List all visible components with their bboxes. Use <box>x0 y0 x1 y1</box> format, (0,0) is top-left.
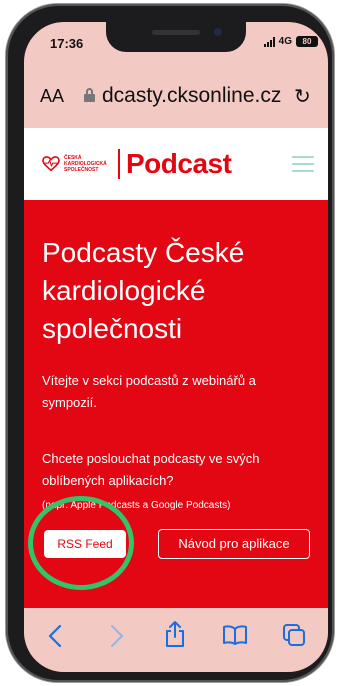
hamburger-icon[interactable] <box>292 156 314 172</box>
front-camera <box>214 28 222 36</box>
tabs-icon[interactable] <box>282 623 306 647</box>
speaker-grille <box>152 30 200 35</box>
bookmarks-icon[interactable] <box>222 624 248 646</box>
page-title: Podcasty České kardiologické společnosti <box>42 237 245 344</box>
brand-title[interactable]: Podcast <box>126 148 232 180</box>
phone-notch <box>106 22 246 52</box>
battery-icon: 80 <box>296 36 318 47</box>
logo-divider <box>118 149 120 179</box>
org-line-3: SPOLEČNOST <box>64 167 99 173</box>
app-guide-button[interactable]: Návod pro aplikace <box>158 529 310 559</box>
forward-icon[interactable] <box>110 624 124 648</box>
text-size-button[interactable]: AA <box>40 86 64 107</box>
phone-screen: 17:36 4G 80 AA dcasty.cksonline.cz ↻ ČES… <box>24 22 328 672</box>
reload-icon[interactable]: ↻ <box>294 84 311 109</box>
share-icon[interactable] <box>164 620 186 648</box>
network-type: 4G <box>278 36 292 47</box>
address-bar[interactable]: AA dcasty.cksonline.cz ↻ <box>24 66 328 128</box>
phone-frame: 17:36 4G 80 AA dcasty.cksonline.cz ↻ ČES… <box>6 4 334 682</box>
url-text[interactable]: dcasty.cksonline.cz <box>102 84 281 108</box>
back-icon[interactable] <box>48 624 62 648</box>
intro-text: Vítejte v sekci podcastů z webinářů a sy… <box>42 373 256 410</box>
browser-toolbar <box>24 608 328 672</box>
site-header: ČESKÁ KARDIOLOGICKÁ SPOLEČNOST Podcast <box>24 128 328 200</box>
org-name: ČESKÁ KARDIOLOGICKÁ SPOLEČNOST <box>64 155 114 173</box>
signal-icon <box>263 36 275 47</box>
highlight-circle-annotation <box>28 496 134 590</box>
question-text: Chcete poslouchat podcasty ve svých oblí… <box>42 451 260 488</box>
hero-section: Podcasty České kardiologické společnosti… <box>24 200 328 620</box>
status-time: 17:36 <box>50 36 84 51</box>
heart-logo-icon <box>42 156 60 172</box>
lock-icon <box>84 88 95 102</box>
status-indicators: 4G 80 <box>263 36 318 47</box>
